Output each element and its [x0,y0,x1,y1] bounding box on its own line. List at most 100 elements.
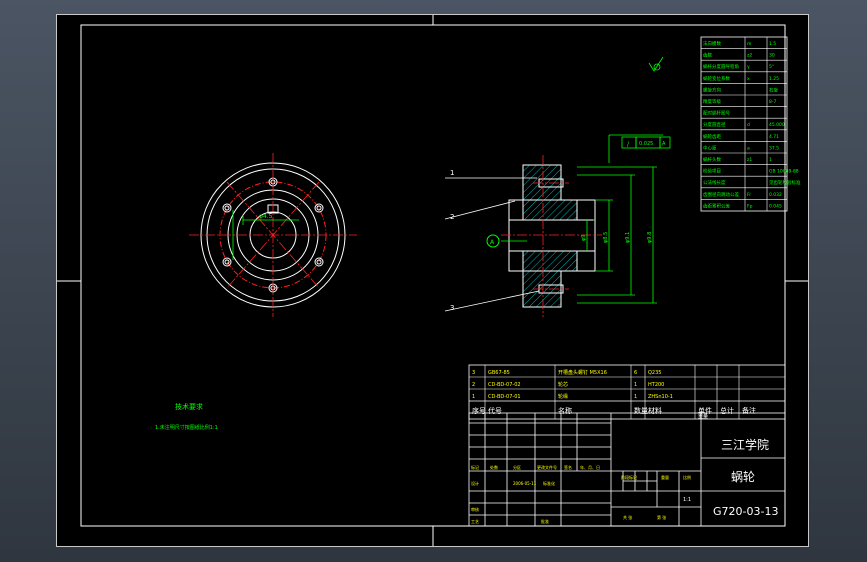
param-cell: 0.045 [769,203,782,209]
drawing-number: G720-03-13 [713,505,778,518]
parts-header-cell: 数量 [634,406,648,415]
tb-weight: 重量 [661,474,669,480]
callout-1: 1 [450,169,454,177]
parts-cell: 6 [634,370,637,376]
tb-review: 审核 [471,506,479,512]
param-cell: GB 10089-88 [769,169,799,175]
frame-center-marks [57,15,808,546]
parts-header-cell: 序号 [472,406,486,415]
parts-cell: HT200 [648,382,664,388]
param-cell: x [747,77,750,82]
parts-cell: GB67-85 [488,370,510,376]
drawing-frame [80,24,786,527]
tech-req-heading: 技术要求 [175,402,203,411]
datum-a-letter: A [490,239,495,246]
param-cell: 见齿轮检验标准 [769,179,801,186]
param-cell: 8-7 [769,99,776,105]
param-cell: 齿距累积公差 [703,202,730,209]
parts-cell: 轮芯 [558,381,568,388]
parts-cell: 1 [472,394,475,400]
cad-drawing: φ4.5 技术要求 1.未注明尺寸按图纸比例1:1 φ9 φ8.5 φ9.1 φ… [57,15,808,546]
parts-cell: ZHSn10-1 [648,394,673,400]
param-cell: 37.5 [769,145,779,151]
school-name: 三江学院 [721,437,769,452]
tb-mark: 标记 [471,464,479,470]
callout-3: 3 [450,304,454,312]
param-cell: 检验项目 [703,168,721,175]
tb-approve: 批准 [541,518,549,524]
param-cell: d [747,122,750,128]
dim-phi-2: φ8.5 [603,232,609,243]
tb-scale: 1:1 [683,497,691,503]
param-cell: Fr [747,192,751,198]
param-cell: 45.000 [769,122,785,128]
param-cell: 蜗杆头数 [703,156,721,163]
tb-designer: 设计 [471,480,479,486]
param-cell: 30 [769,53,775,59]
param-cell: 4.71 [769,134,779,140]
param-cell: 1.5 [769,41,776,47]
param-cell: a [747,146,750,151]
param-cell: z1 [747,157,752,163]
parts-cell: 轮缘 [558,393,568,400]
param-cell: 螺旋方向 [703,86,721,93]
param-cell: 0.032 [769,192,782,198]
parts-weight-label: 重量 [698,413,708,420]
parts-header-cell: 备注 [742,406,756,415]
rim-section-bottom [522,250,578,308]
param-cell: 1.25 [769,76,779,82]
parts-cell: Q235 [648,370,661,376]
tb-date: 年、月、日 [580,464,600,470]
side-view: φ9 φ8.5 φ9.1 φ9.8 A / 0.025 A 1 2 3 [444,56,671,317]
drawing-sheet: φ4.5 技术要求 1.未注明尺寸按图纸比例1:1 φ9 φ8.5 φ9.1 φ… [56,14,809,547]
parts-cell: 1 [634,394,637,400]
front-view: φ4.5 [189,153,357,317]
dim-phi-3: φ9.1 [625,232,631,243]
tb-count: 处数 [490,464,498,470]
param-cell: 配对蜗杆图号 [703,110,730,117]
parts-header-cell: 总计 [720,406,734,415]
parts-cell: 开槽盘头螺钉 M5X16 [558,369,607,376]
dim-phi-4: φ9.8 [647,232,653,243]
dim-phi-1: φ9 [581,235,587,241]
param-cell: 公法线长度 [703,179,726,186]
param-cell: z2 [747,53,752,59]
tb-process: 工艺 [471,519,479,524]
param-cell: 蜗轮齿距 [703,133,721,140]
tb-sign: 签名 [564,464,572,470]
tech-req-item-1: 1.未注明尺寸按图纸比例1:1 [155,424,218,431]
parts-cell: CD-BD-07-02 [488,382,521,388]
param-cell: 齿数 [703,52,712,59]
param-cell: m [747,42,751,47]
roughness-symbol [648,56,664,72]
param-cell: γ [747,65,750,70]
tb-sheet-no: 第 张 [657,514,666,520]
tb-design-date: 2006-05-11 [513,481,537,486]
tb-sheets-total: 共 张 [623,514,632,520]
param-cell: 法向模数 [703,40,721,47]
parts-cell: 3 [472,370,475,376]
parts-cell: 2 [472,382,475,388]
parts-header-cell: 代号 [488,406,502,415]
callout-2: 2 [450,213,454,221]
param-cell: 精度等级 [703,98,721,105]
param-cell: 中心距 [703,144,717,151]
param-cell: 1 [769,157,772,163]
param-cell: 齿圈径向跳动公差 [703,191,739,198]
tb-scale-label: 比例 [683,474,691,480]
tol-symbol: / [627,141,630,148]
rim-section-top [522,164,578,221]
parts-cell: 1 [634,382,637,388]
tb-stage-mark: 阶段标记 [621,474,637,480]
tol-value: 0.025 [639,141,653,147]
param-cell: 右旋 [769,86,778,93]
part-name: 蜗轮 [731,469,755,484]
tb-zone: 分区 [513,464,521,470]
tb-change-doc: 更改文件号 [537,464,557,470]
front-dimension-label: φ4.5 [259,213,273,220]
param-cell: 蜗杆分度圆导程角 [703,63,739,70]
tol-datum: A [662,141,666,147]
parts-cell: CD-BD-07-01 [488,394,521,400]
tb-standardize: 标准化 [543,480,555,486]
param-cell: Fp [747,203,753,209]
